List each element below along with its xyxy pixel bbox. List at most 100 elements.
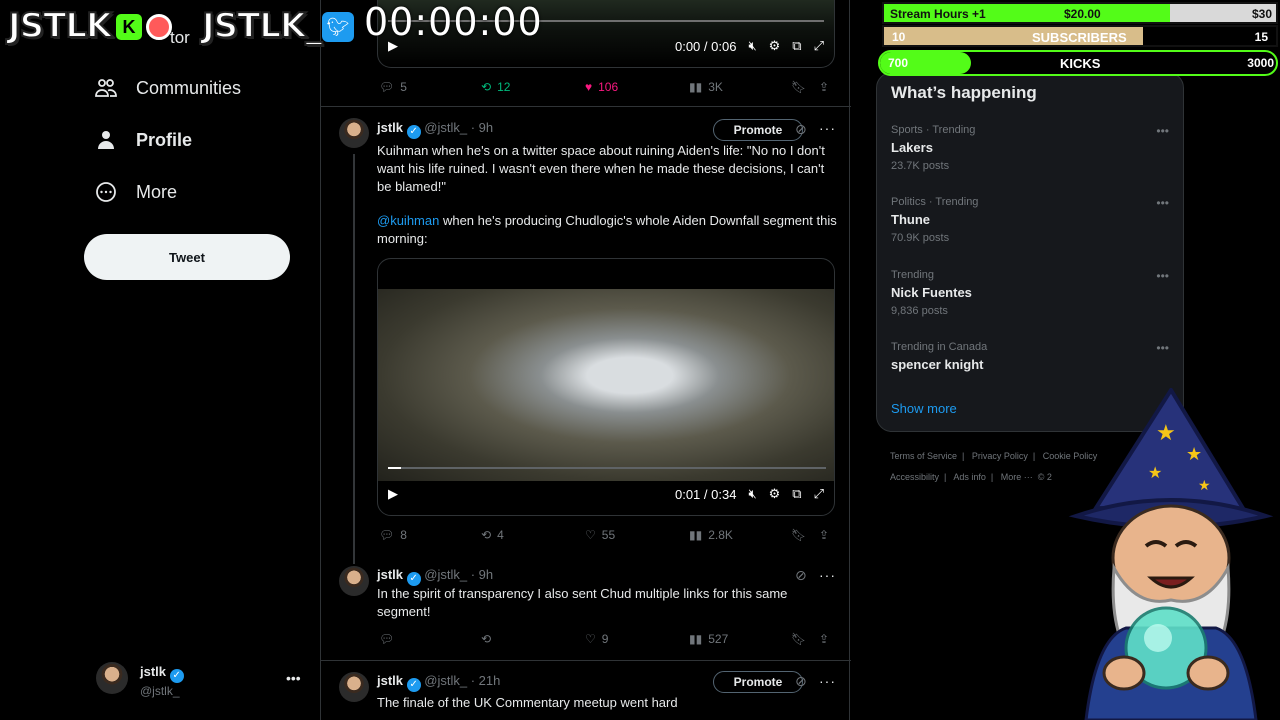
- grok-icon[interactable]: ⊘: [795, 567, 807, 584]
- stream-timer: 00:00:00: [364, 0, 543, 44]
- trend-item[interactable]: Trending in Canada spencer knight •••: [891, 341, 1171, 377]
- retweet-button[interactable]: ⟲: [481, 632, 497, 646]
- avatar: [339, 672, 369, 702]
- trend-item[interactable]: Sports · Trending Lakers 23.7K posts •••: [891, 124, 1171, 172]
- live-record-icon: [146, 14, 172, 40]
- communities-icon: [94, 76, 118, 100]
- reply-icon: 💬︎: [379, 80, 395, 94]
- more-options-icon[interactable]: •••: [1156, 196, 1169, 210]
- tweet-age[interactable]: · 21h: [471, 673, 501, 688]
- more-options-icon[interactable]: ···: [819, 567, 836, 583]
- author-name[interactable]: jstlk: [377, 567, 403, 582]
- promote-button[interactable]: Promote: [713, 119, 803, 141]
- author-handle[interactable]: @jstlk_: [424, 120, 467, 135]
- reply-button[interactable]: 💬︎: [379, 632, 400, 646]
- more-options-icon[interactable]: ···: [819, 120, 836, 136]
- promote-button[interactable]: Promote: [713, 671, 803, 693]
- more-options-icon[interactable]: •••: [286, 670, 301, 686]
- mute-icon[interactable]: 🔇︎: [748, 486, 756, 502]
- grok-icon[interactable]: ⊘: [795, 673, 807, 690]
- account-switcher[interactable]: jstlk ✓ @jstlk_ •••: [96, 660, 306, 704]
- share-icon[interactable]: ⇪: [819, 80, 829, 94]
- play-icon[interactable]: ▶: [388, 486, 398, 502]
- sidebar-item-label: Communities: [136, 77, 242, 98]
- views-button[interactable]: ▮▮ 3K: [689, 80, 723, 94]
- footer-copyright: © 2: [1037, 472, 1052, 482]
- tweet-text: when he's producing Chudlogic's whole Ai…: [377, 213, 837, 246]
- fullscreen-icon[interactable]: ⤢: [814, 38, 824, 54]
- tweet-age[interactable]: · 9h: [471, 567, 493, 582]
- more-circle-icon: [94, 180, 118, 204]
- svg-text:★: ★: [1186, 444, 1202, 464]
- trend-item[interactable]: Politics · Trending Thune 70.9K posts ••…: [891, 196, 1171, 244]
- like-button[interactable]: ♡ 55: [585, 528, 615, 542]
- video-progress-bar[interactable]: [388, 467, 826, 469]
- timeline: ▶ 0:00 / 0:06 🔇︎ ⚙ ⧉ ⤢ 💬︎ 5 ⟲ 12 ♥ 106 ▮▮ 3K…: [320, 0, 851, 720]
- author-handle[interactable]: @jstlk_: [424, 567, 467, 582]
- verified-icon: ✓: [169, 669, 184, 683]
- twitter-bird-icon: 🐦︎: [322, 12, 354, 42]
- bookmark-icon[interactable]: 🔖︎: [791, 528, 806, 542]
- reply-button[interactable]: 💬︎ 5: [379, 80, 407, 94]
- views-icon: ▮▮: [689, 80, 703, 94]
- show-more-link[interactable]: Show more: [891, 401, 957, 416]
- author-name[interactable]: jstlk: [377, 673, 403, 688]
- author-handle[interactable]: @jstlk_: [424, 673, 467, 688]
- retweet-button[interactable]: ⟲ 4: [481, 528, 504, 542]
- settings-icon[interactable]: ⚙: [769, 486, 781, 502]
- more-options-icon[interactable]: •••: [1156, 269, 1169, 283]
- video-time: 0:01 / 0:34: [674, 486, 737, 502]
- footer-link[interactable]: Ads info: [953, 472, 986, 482]
- like-button[interactable]: ♡ 9: [585, 632, 608, 646]
- heart-icon: ♡: [585, 528, 596, 542]
- reply-button[interactable]: 💬︎ 8: [379, 528, 407, 542]
- more-options-icon[interactable]: •••: [1156, 124, 1169, 138]
- footer-link[interactable]: More ···: [1001, 472, 1033, 482]
- avatar: [339, 118, 369, 148]
- goal-bar-kicks: 700 KICKS 3000: [878, 50, 1278, 76]
- grok-icon[interactable]: ⊘: [795, 121, 807, 138]
- bookmark-icon[interactable]: 🔖︎: [791, 632, 806, 646]
- fullscreen-icon[interactable]: ⤢: [814, 486, 824, 502]
- settings-icon[interactable]: ⚙: [769, 38, 781, 54]
- footer-link[interactable]: Privacy Policy: [972, 451, 1028, 461]
- pip-icon[interactable]: ⧉: [792, 486, 801, 502]
- retweet-icon: ⟲: [481, 632, 492, 646]
- tweet-text: In the spirit of transparency I also sen…: [377, 586, 788, 619]
- pip-icon[interactable]: ⧉: [792, 38, 801, 54]
- mute-icon[interactable]: 🔇︎: [748, 38, 756, 54]
- mention-link[interactable]: @kuihman: [377, 213, 439, 228]
- video-time: 0:00 / 0:06: [674, 38, 737, 54]
- views-icon: ▮▮: [689, 528, 703, 542]
- bookmark-icon[interactable]: 🔖︎: [791, 80, 806, 94]
- views-button[interactable]: ▮▮ 2.8K: [689, 528, 733, 542]
- views-icon: ▮▮: [689, 632, 703, 646]
- retweet-button[interactable]: ⟲ 12: [481, 80, 510, 94]
- author-name[interactable]: jstlk: [377, 120, 403, 135]
- trend-item[interactable]: Trending Nick Fuentes 9,836 posts •••: [891, 269, 1171, 317]
- more-options-icon[interactable]: ···: [819, 673, 836, 689]
- tweet-age[interactable]: · 9h: [471, 120, 493, 135]
- reply-icon: 💬︎: [379, 632, 395, 646]
- sidebar-item-communities[interactable]: Communities: [94, 76, 241, 100]
- footer-link[interactable]: Accessibility: [890, 472, 939, 482]
- footer-links: Accessibility | Ads info | More ··· © 2: [890, 472, 1052, 482]
- tweet-button[interactable]: Tweet: [84, 234, 290, 280]
- thread-line: [353, 154, 355, 564]
- svg-text:★: ★: [1198, 477, 1211, 493]
- heart-filled-icon: ♥: [585, 80, 593, 94]
- creator-nav-label[interactable]: tor: [170, 28, 190, 48]
- more-options-icon[interactable]: •••: [1156, 341, 1169, 355]
- video-player[interactable]: ▶ 0:01 / 0:34 🔇︎ ⚙ ⧉ ⤢: [377, 258, 835, 516]
- heart-icon: ♡: [585, 632, 596, 646]
- share-icon[interactable]: ⇪: [819, 528, 829, 542]
- sidebar-item-profile[interactable]: Profile: [94, 128, 192, 152]
- video-progress-fill: [388, 467, 402, 469]
- panel-title: What’s happening: [891, 83, 1037, 102]
- divider: [321, 660, 851, 661]
- like-button[interactable]: ♥ 106: [585, 80, 618, 94]
- share-icon[interactable]: ⇪: [819, 632, 829, 646]
- views-button[interactable]: ▮▮ 527: [689, 632, 728, 646]
- sidebar-item-more[interactable]: More: [94, 180, 177, 204]
- footer-link[interactable]: Terms of Service: [890, 451, 957, 461]
